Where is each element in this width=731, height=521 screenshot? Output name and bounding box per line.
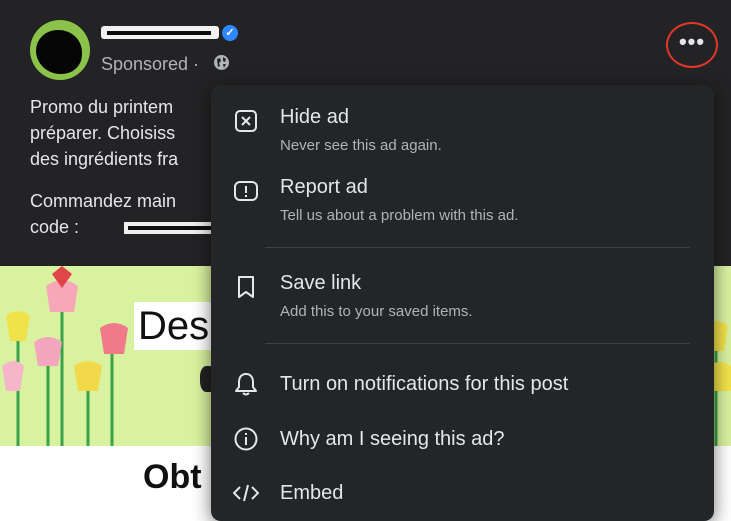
hide-icon <box>235 110 257 132</box>
menu-item-hide-ad[interactable]: Hide ad Never see this ad again. <box>211 103 714 159</box>
menu-item-notifications[interactable]: Turn on notifications for this post <box>211 369 714 399</box>
ad-options-menu: Hide ad Never see this ad again. Report … <box>211 85 714 521</box>
menu-item-label: Embed <box>280 482 344 504</box>
menu-item-embed[interactable]: Embed <box>211 478 714 508</box>
info-icon <box>234 427 258 451</box>
menu-item-label: Turn on notifications for this post <box>280 373 569 395</box>
code-label: code : <box>30 217 80 237</box>
avatar-redaction <box>36 30 82 74</box>
bookmark-icon <box>238 276 254 298</box>
menu-item-label: Hide ad <box>280 106 349 128</box>
verified-badge-icon: ✓ <box>222 25 238 41</box>
report-icon <box>234 181 258 201</box>
bell-icon <box>235 373 257 396</box>
menu-item-report-ad[interactable]: Report ad Tell us about a problem with t… <box>211 173 714 229</box>
page: ✓ Sponsored · ••• Promo du printem prépa… <box>0 0 731 521</box>
menu-item-label: Why am I seeing this ad? <box>280 428 505 450</box>
body-line: Commandez main <box>30 191 177 211</box>
avatar[interactable] <box>30 20 90 80</box>
menu-divider <box>265 343 690 344</box>
body-line: Promo du printem <box>30 97 174 117</box>
post-body: Promo du printem préparer. Choisiss des … <box>30 94 234 240</box>
sponsored-label[interactable]: Sponsored · <box>101 54 199 75</box>
body-line: préparer. Choisiss <box>30 123 176 143</box>
menu-item-description: Add this to your saved items. <box>280 303 473 320</box>
page-name-redacted[interactable] <box>101 22 219 42</box>
menu-divider <box>265 247 690 248</box>
more-options-button[interactable]: ••• <box>675 29 709 61</box>
menu-item-why-this-ad[interactable]: Why am I seeing this ad? <box>211 424 714 454</box>
menu-item-description: Tell us about a problem with this ad. <box>280 207 519 224</box>
menu-item-label: Save link <box>280 272 362 294</box>
banner-headline: Des <box>134 302 214 350</box>
menu-item-label: Report ad <box>280 176 368 198</box>
menu-item-save-link[interactable]: Save link Add this to your saved items. <box>211 269 714 325</box>
banner-subheadline: Obt <box>143 458 202 496</box>
embed-icon <box>233 484 259 502</box>
name-redaction <box>101 26 219 39</box>
menu-item-description: Never see this ad again. <box>280 137 442 154</box>
body-line: code : <box>30 214 234 240</box>
body-line: des ingrédients fra <box>30 149 179 169</box>
globe-icon <box>214 55 229 70</box>
